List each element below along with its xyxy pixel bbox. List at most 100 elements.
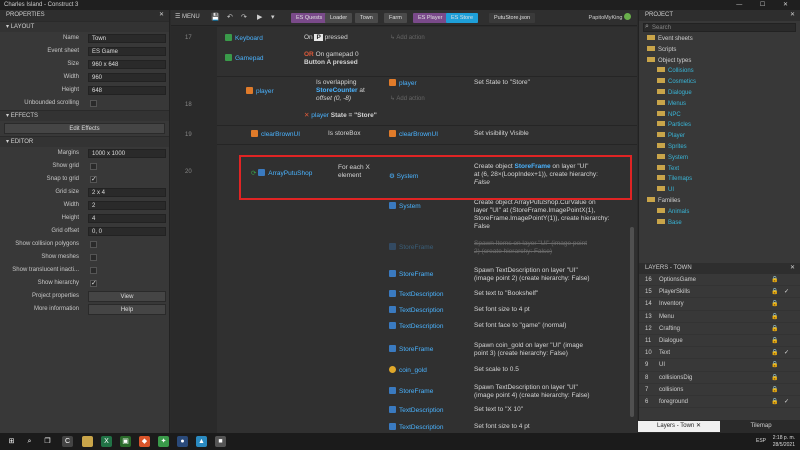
- search-input[interactable]: Search: [643, 23, 796, 32]
- action-object[interactable]: TextDescription: [389, 423, 443, 431]
- layer-row[interactable]: 7 collisions 🔒: [639, 384, 800, 396]
- layer-row[interactable]: 8 collisionsDig 🔒: [639, 372, 800, 384]
- event-sheet[interactable]: 17 18 19 20 Keyboard On P pressed Gamepa…: [171, 27, 637, 433]
- lock-icon[interactable]: 🔒: [771, 298, 778, 310]
- action-object[interactable]: coin_gold: [389, 366, 427, 374]
- project-tree-item[interactable]: Sprites: [639, 142, 800, 153]
- condition-state[interactable]: ✕ player State = "Store": [304, 111, 377, 119]
- property-button[interactable]: View: [88, 291, 166, 302]
- property-value[interactable]: 4: [88, 214, 166, 223]
- action-object-player[interactable]: player: [389, 79, 417, 87]
- search-icon[interactable]: ⌕: [24, 436, 35, 447]
- section-layout[interactable]: ▾ LAYOUT: [0, 21, 169, 32]
- action-text[interactable]: Spawn coin_gold on layer "UI" (image poin…: [474, 342, 583, 358]
- section-effects[interactable]: ▾ EFFECTS: [0, 110, 169, 121]
- brave-icon[interactable]: ◆: [139, 436, 150, 447]
- action-text[interactable]: Set font size to 4 pt: [474, 423, 530, 431]
- window-controls[interactable]: — ☐ ✕: [736, 0, 796, 10]
- lock-icon[interactable]: 🔒: [771, 372, 778, 384]
- condition-is-storebox[interactable]: Is storeBox: [328, 130, 361, 137]
- tab-putustore-json[interactable]: PutuStore.json: [489, 13, 536, 23]
- add-action-17[interactable]: ↳ Add action: [390, 34, 425, 41]
- property-button[interactable]: Help: [88, 304, 166, 315]
- action-text[interactable]: Set font face to "game" (normal): [474, 322, 566, 330]
- visibility-checkbox[interactable]: ✓: [784, 396, 789, 408]
- action-text[interactable]: Spawn TextDescription on layer "UI" (imag…: [474, 267, 590, 283]
- project-tree-item[interactable]: Particles: [639, 120, 800, 131]
- condition-object-clearbrownui[interactable]: clearBrownUI: [251, 130, 300, 138]
- edit-effects-button[interactable]: Edit Effects: [4, 123, 165, 134]
- action-text[interactable]: Set text to "X 10": [474, 406, 523, 414]
- project-tree-item[interactable]: NPC: [639, 110, 800, 121]
- app-icon[interactable]: ■: [215, 436, 226, 447]
- action-object[interactable]: TextDescription: [389, 290, 443, 298]
- property-value[interactable]: 960 x 648: [88, 60, 166, 69]
- project-tree-item[interactable]: Collisions: [639, 66, 800, 77]
- play-icon[interactable]: ▶: [257, 13, 262, 21]
- property-checkbox[interactable]: [90, 163, 97, 170]
- project-tree-item[interactable]: Event sheets: [639, 34, 800, 45]
- action-text[interactable]: Set text to "Bookshelf": [474, 290, 538, 298]
- project-tree-item[interactable]: Text: [639, 164, 800, 175]
- property-value[interactable]: 0, 0: [88, 227, 166, 236]
- action-text[interactable]: Set scale to 0.5: [474, 366, 519, 374]
- close-icon[interactable]: ✕: [790, 263, 795, 274]
- layer-row[interactable]: 13 Menu 🔒: [639, 311, 800, 323]
- action-object[interactable]: TextDescription: [389, 306, 443, 314]
- layer-row[interactable]: 16 OptionsGame 🔒: [639, 274, 800, 287]
- lock-icon[interactable]: 🔒: [771, 274, 778, 286]
- property-value[interactable]: 960: [88, 73, 166, 82]
- tab-layers[interactable]: Layers - Town ✕: [638, 421, 720, 432]
- layer-row[interactable]: 6 foreground 🔒 ✓: [639, 396, 800, 409]
- layer-row[interactable]: 9 UI 🔒: [639, 359, 800, 372]
- action-object[interactable]: System: [389, 202, 421, 210]
- app-icon[interactable]: ▲: [196, 436, 207, 447]
- undo-icon[interactable]: ↶: [227, 13, 233, 21]
- action-set-visibility[interactable]: Set visibility Visible: [474, 130, 529, 138]
- project-tree-item[interactable]: Player: [639, 131, 800, 142]
- condition-keyboard[interactable]: On P pressed: [304, 34, 348, 41]
- construct-app-icon[interactable]: C: [62, 436, 73, 447]
- clock[interactable]: 2:18 p. m. 28/5/2021: [773, 435, 795, 448]
- action-object[interactable]: StoreFrame: [389, 270, 433, 278]
- property-value[interactable]: 648: [88, 86, 166, 95]
- condition-object-player[interactable]: player: [246, 87, 274, 95]
- action-object[interactable]: StoreFrame: [389, 345, 433, 353]
- property-checkbox[interactable]: [90, 254, 97, 261]
- property-value[interactable]: 1000 x 1000: [88, 149, 166, 158]
- property-value[interactable]: Town: [88, 34, 166, 43]
- section-editor[interactable]: ▾ EDITOR: [0, 136, 169, 147]
- action-object[interactable]: TextDescription: [389, 322, 443, 330]
- lock-icon[interactable]: 🔒: [771, 384, 778, 396]
- property-checkbox[interactable]: [90, 175, 97, 183]
- excel-icon[interactable]: X: [101, 436, 112, 447]
- layer-row[interactable]: 12 Crafting 🔒: [639, 323, 800, 335]
- action-text[interactable]: Spawn TextDescription on layer "UI" (imag…: [474, 384, 590, 400]
- app-icon[interactable]: ▣: [120, 436, 131, 447]
- add-action-18[interactable]: ↳ Add action: [390, 95, 425, 102]
- visibility-checkbox[interactable]: ✓: [784, 286, 789, 298]
- tab-loader[interactable]: Loader: [325, 13, 353, 23]
- lock-icon[interactable]: 🔒: [771, 323, 778, 335]
- action-object[interactable]: StoreFrame: [389, 387, 433, 395]
- layer-row[interactable]: 15 PlayerSkills 🔒 ✓: [639, 286, 800, 299]
- lock-icon[interactable]: 🔒: [771, 311, 778, 323]
- project-tree-item[interactable]: UI: [639, 185, 800, 196]
- property-checkbox[interactable]: [90, 279, 97, 287]
- layer-row[interactable]: 14 Inventory 🔒: [639, 298, 800, 311]
- app-icon[interactable]: ✦: [158, 436, 169, 447]
- project-tree-item[interactable]: Scripts: [639, 45, 800, 56]
- property-checkbox[interactable]: [90, 100, 97, 107]
- lock-icon[interactable]: 🔒: [771, 359, 778, 371]
- tab-es-player[interactable]: ES Player: [413, 13, 448, 23]
- condition-gamepad[interactable]: OR On gamepad 0 Button A pressed: [304, 51, 359, 67]
- condition-object-gamepad[interactable]: Gamepad: [225, 54, 264, 62]
- close-icon[interactable]: ✕: [696, 423, 701, 429]
- visibility-checkbox[interactable]: ✓: [784, 347, 789, 359]
- user-account[interactable]: PapitoMyKing: [589, 13, 631, 21]
- project-tree-item[interactable]: Families: [639, 196, 800, 207]
- project-tree-item[interactable]: Animals: [639, 207, 800, 218]
- property-value[interactable]: 2 x 4: [88, 188, 166, 197]
- lock-icon[interactable]: 🔒: [771, 396, 778, 408]
- condition-overlapping[interactable]: Is overlapping StoreCounter at offset (0, …: [316, 79, 365, 103]
